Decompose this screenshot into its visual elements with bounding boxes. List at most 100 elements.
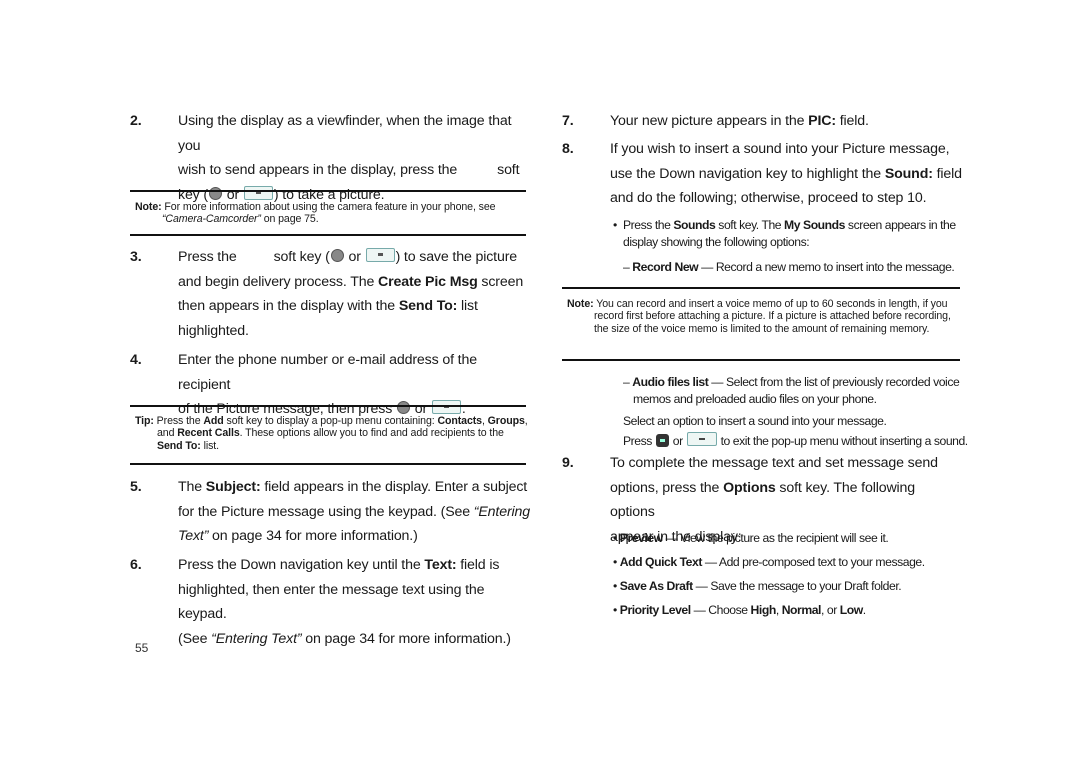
option-save-as-draft: • Save As Draft — Save the message to yo… bbox=[613, 578, 963, 595]
step-text: and begin delivery process. The bbox=[178, 273, 378, 290]
bullet-icon: • bbox=[613, 531, 620, 545]
priority-value: Low bbox=[839, 603, 863, 617]
tip-keyword: Groups bbox=[487, 415, 525, 427]
step-number: 2. bbox=[130, 113, 142, 129]
bullet-icon: • bbox=[613, 579, 620, 593]
step-text: field. bbox=[835, 113, 869, 129]
tip-text: list. bbox=[200, 439, 220, 452]
step-text: list bbox=[457, 298, 478, 315]
cross-reference: “Entering Text” bbox=[211, 630, 302, 647]
option-label: Save As Draft bbox=[619, 579, 693, 593]
note-text: You can record and insert a voice memo o… bbox=[593, 298, 951, 335]
step-number: 8. bbox=[562, 141, 574, 157]
bullet-sounds: • Press the Sounds soft key. The My Soun… bbox=[613, 217, 963, 251]
option-desc: — Add pre-composed text to your message. bbox=[701, 555, 925, 569]
tip-box: Tip: Press the Add soft key to display a… bbox=[135, 415, 531, 452]
cross-reference: “Entering bbox=[473, 503, 531, 520]
tip-bottom-rule bbox=[130, 463, 526, 465]
tip-label: Tip: bbox=[135, 415, 154, 427]
instruction-text: to exit the pop-up menu without insertin… bbox=[717, 434, 969, 448]
step-text: wish to send appears in the display, pre… bbox=[178, 162, 458, 179]
round-soft-key-icon bbox=[330, 249, 344, 262]
ok-key-icon bbox=[365, 248, 395, 262]
dash-icon: – bbox=[623, 260, 633, 274]
step-number: 6. bbox=[130, 557, 142, 573]
option-add-quick-text: • Add Quick Text — Add pre-composed text… bbox=[613, 554, 963, 571]
tip-keyword: Recent Calls bbox=[177, 427, 240, 440]
step-text: field appears in the display. Enter a su… bbox=[260, 479, 528, 495]
option-audio-files: – Audio files list — Select from the lis… bbox=[623, 374, 963, 408]
option-desc: — View the picture as the recipient will… bbox=[662, 531, 889, 545]
option-desc: — Choose bbox=[690, 603, 751, 617]
step-text: on page 34 for more information.) bbox=[301, 630, 511, 647]
step-text: Press the Down navigation key until the bbox=[178, 557, 425, 573]
note-top-rule bbox=[130, 190, 526, 192]
step-text: screen bbox=[477, 273, 524, 290]
step-text: highlighted, then enter the message text… bbox=[178, 581, 485, 623]
bullet-text: soft key. The bbox=[715, 218, 785, 232]
press-instruction: Press or to exit the pop-up menu without… bbox=[623, 432, 968, 450]
tip-keyword: Send To: bbox=[157, 439, 201, 452]
step-text: Your new picture appears in the bbox=[610, 113, 809, 129]
step-text: Press the bbox=[178, 249, 237, 265]
step-text: field is bbox=[456, 557, 500, 573]
tip-text: . These options allow you to find and ad… bbox=[239, 427, 504, 440]
option-desc: — Save the message to your Draft folder. bbox=[692, 579, 902, 593]
note-label: Note: bbox=[567, 298, 594, 310]
step-text: use the Down navigation key to highlight… bbox=[610, 165, 885, 182]
priority-value: Normal bbox=[781, 603, 822, 617]
option-desc: . bbox=[862, 603, 866, 617]
step-text: or bbox=[344, 249, 365, 265]
step-2: 2. Using the display as a viewfinder, wh… bbox=[130, 109, 530, 207]
step-4: 4. Enter the phone number or e-mail addr… bbox=[130, 348, 530, 422]
step-text: soft key ( bbox=[273, 249, 330, 265]
step-number: 3. bbox=[130, 249, 142, 265]
step-text: If you wish to insert a sound into your … bbox=[610, 141, 950, 157]
option-label: Preview bbox=[619, 531, 663, 545]
step-text: on page 34 for more information.) bbox=[208, 528, 418, 545]
step-number: 9. bbox=[562, 455, 574, 471]
tip-top-rule bbox=[130, 405, 526, 407]
option-label: Record New bbox=[632, 260, 699, 274]
bullet-icon: • bbox=[613, 218, 617, 232]
round-soft-key-icon bbox=[396, 401, 410, 415]
priority-value: High bbox=[750, 603, 777, 617]
step-text: Enter the phone number or e-mail address… bbox=[178, 352, 477, 393]
ok-key-icon bbox=[431, 400, 461, 415]
cross-reference: Text” bbox=[178, 528, 209, 545]
note-top-rule bbox=[562, 287, 960, 289]
bullet-icon: • bbox=[613, 555, 620, 569]
field-name: Text: bbox=[424, 557, 457, 573]
instruction-text: or bbox=[669, 434, 686, 448]
step-3: 3. Press the soft key ( or ) to save the … bbox=[130, 245, 530, 343]
tip-keyword: Add bbox=[203, 415, 224, 427]
instruction-text: Press bbox=[623, 434, 655, 448]
bullet-icon: • bbox=[613, 603, 620, 617]
tip-text: Press the bbox=[153, 415, 204, 427]
field-name: Send To: bbox=[398, 298, 458, 315]
dash-icon: – bbox=[623, 375, 633, 389]
note-label: Note: bbox=[135, 201, 162, 213]
clear-key-icon bbox=[655, 434, 669, 447]
tip-text: soft key to display a pop-up menu contai… bbox=[223, 415, 438, 427]
step-text: Using the display as a viewfinder, when … bbox=[178, 113, 512, 154]
round-soft-key-icon bbox=[209, 186, 222, 200]
step-text: ) to save the picture bbox=[395, 249, 518, 265]
ok-key-icon bbox=[243, 185, 273, 200]
note-bottom-rule bbox=[562, 359, 960, 361]
note-camera: Note: For more information about using t… bbox=[135, 201, 531, 226]
step-text: To complete the message text and set mes… bbox=[610, 455, 938, 471]
step-text: options, press the bbox=[610, 479, 724, 496]
field-name: Subject: bbox=[205, 479, 261, 495]
bullet-text: Press the bbox=[623, 218, 674, 232]
option-record-new: – Record New — Record a new memo to inse… bbox=[623, 259, 963, 276]
option-label: Audio files list bbox=[632, 375, 709, 389]
tip-keyword: Contacts bbox=[437, 415, 482, 427]
step-text: The bbox=[178, 479, 206, 495]
step-text: for the Picture message using the keypad… bbox=[178, 503, 474, 520]
step-text: and do the following; otherwise, proceed… bbox=[610, 190, 927, 207]
step-text: (See bbox=[178, 630, 212, 647]
step-8: 8. If you wish to insert a sound into yo… bbox=[562, 137, 962, 211]
option-priority-level: • Priority Level — Choose High, Normal, … bbox=[613, 602, 963, 619]
option-desc: , or bbox=[821, 603, 840, 617]
